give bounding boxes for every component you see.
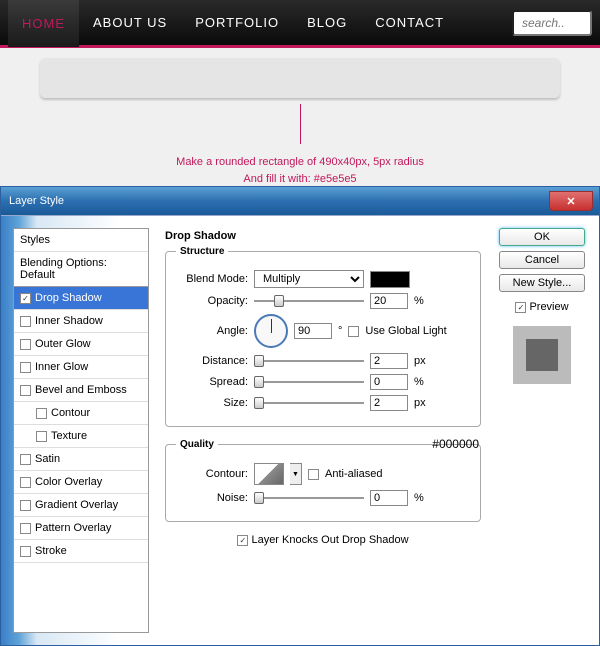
- blending-options[interactable]: Blending Options: Default: [14, 252, 148, 287]
- distance-input[interactable]: [370, 353, 408, 369]
- effect-texture[interactable]: Texture: [14, 425, 148, 448]
- cancel-button[interactable]: Cancel: [499, 251, 585, 269]
- effect-satin[interactable]: Satin: [14, 448, 148, 471]
- effect-inner-shadow[interactable]: Inner Shadow: [14, 310, 148, 333]
- contour-label: Contour:: [176, 468, 248, 480]
- quality-group: Quality Contour: ▼ Anti-aliased Noise: %: [165, 439, 481, 522]
- checkbox-icon[interactable]: [20, 546, 31, 557]
- search-input[interactable]: [512, 10, 592, 36]
- annotation-line: [300, 104, 301, 144]
- styles-header[interactable]: Styles: [14, 229, 148, 252]
- blend-mode-label: Blend Mode:: [176, 273, 248, 285]
- content-area: Make a rounded rectangle of 490x40px, 5p…: [0, 48, 600, 197]
- preview-label: Preview: [529, 301, 568, 313]
- checkbox-icon[interactable]: [20, 454, 31, 465]
- example-rectangle: [40, 58, 560, 98]
- chevron-down-icon[interactable]: ▼: [290, 463, 302, 485]
- effect-color-overlay[interactable]: Color Overlay: [14, 471, 148, 494]
- annotation-text: Make a rounded rectangle of 490x40px, 5p…: [40, 154, 560, 187]
- anti-aliased-checkbox[interactable]: [308, 469, 319, 480]
- effect-gradient-overlay[interactable]: Gradient Overlay: [14, 494, 148, 517]
- dialog-title: Layer Style: [9, 195, 64, 207]
- checkbox-icon[interactable]: [20, 477, 31, 488]
- effect-drop-shadow[interactable]: ✓Drop Shadow: [14, 287, 148, 310]
- angle-label: Angle:: [176, 325, 248, 337]
- new-style-button[interactable]: New Style...: [499, 274, 585, 292]
- checkbox-icon[interactable]: [36, 431, 47, 442]
- nav-blog[interactable]: BLOG: [293, 0, 361, 46]
- preview-box: [513, 326, 571, 384]
- effect-bevel-emboss[interactable]: Bevel and Emboss: [14, 379, 148, 402]
- dialog-body: Styles Blending Options: Default ✓Drop S…: [1, 215, 599, 645]
- close-button[interactable]: ✕: [549, 191, 593, 211]
- size-input[interactable]: [370, 395, 408, 411]
- styles-list: Styles Blending Options: Default ✓Drop S…: [13, 228, 149, 633]
- size-slider[interactable]: [254, 396, 364, 410]
- angle-dial[interactable]: [254, 314, 288, 348]
- checkbox-icon[interactable]: [20, 500, 31, 511]
- global-light-label: Use Global Light: [365, 325, 446, 337]
- annotation-line1: Make a rounded rectangle of 490x40px, 5p…: [40, 154, 560, 171]
- nav-contact[interactable]: CONTACT: [361, 0, 458, 46]
- checkbox-icon[interactable]: [36, 408, 47, 419]
- noise-input[interactable]: [370, 490, 408, 506]
- opacity-label: Opacity:: [176, 295, 248, 307]
- preview-swatch: [526, 339, 558, 371]
- checkbox-icon[interactable]: [20, 362, 31, 373]
- spread-input[interactable]: [370, 374, 408, 390]
- effect-pattern-overlay[interactable]: Pattern Overlay: [14, 517, 148, 540]
- layer-style-dialog: Layer Style ✕ Styles Blending Options: D…: [0, 186, 600, 646]
- nav-about[interactable]: ABOUT US: [79, 0, 181, 46]
- effect-outer-glow[interactable]: Outer Glow: [14, 333, 148, 356]
- checkbox-icon[interactable]: [20, 385, 31, 396]
- checkbox-icon[interactable]: [20, 523, 31, 534]
- size-label: Size:: [176, 397, 248, 409]
- checkbox-icon[interactable]: [20, 316, 31, 327]
- panel-title: Drop Shadow: [165, 230, 481, 242]
- checkbox-icon[interactable]: [20, 339, 31, 350]
- nav-home[interactable]: HOME: [8, 0, 79, 47]
- contour-picker[interactable]: [254, 463, 284, 485]
- annotation-line2: And fill it with: #e5e5e5: [40, 171, 560, 188]
- quality-legend: Quality: [176, 439, 218, 450]
- structure-group: Structure #000000 Blend Mode: Multiply O…: [165, 246, 481, 427]
- settings-panel: Drop Shadow Structure #000000 Blend Mode…: [161, 228, 485, 633]
- effect-contour[interactable]: Contour: [14, 402, 148, 425]
- opacity-input[interactable]: [370, 293, 408, 309]
- hex-label: #000000: [432, 437, 479, 451]
- angle-input[interactable]: [294, 323, 332, 339]
- knockout-label: Layer Knocks Out Drop Shadow: [251, 534, 408, 546]
- dialog-buttons: OK Cancel New Style... ✓ Preview: [497, 228, 587, 633]
- effect-stroke[interactable]: Stroke: [14, 540, 148, 563]
- global-light-checkbox[interactable]: [348, 326, 359, 337]
- checkbox-icon[interactable]: ✓: [20, 293, 31, 304]
- structure-legend: Structure: [176, 246, 228, 257]
- top-nav: HOME ABOUT US PORTFOLIO BLOG CONTACT: [0, 0, 600, 48]
- opacity-slider[interactable]: [254, 294, 364, 308]
- blend-mode-select[interactable]: Multiply: [254, 270, 364, 288]
- close-icon: ✕: [566, 195, 575, 208]
- effect-inner-glow[interactable]: Inner Glow: [14, 356, 148, 379]
- knockout-row: ✓ Layer Knocks Out Drop Shadow: [165, 534, 481, 546]
- preview-checkbox[interactable]: ✓: [515, 302, 526, 313]
- dialog-titlebar[interactable]: Layer Style ✕: [1, 187, 599, 215]
- color-swatch[interactable]: [370, 271, 410, 288]
- knockout-checkbox[interactable]: ✓: [237, 535, 248, 546]
- ok-button[interactable]: OK: [499, 228, 585, 246]
- distance-slider[interactable]: [254, 354, 364, 368]
- anti-aliased-label: Anti-aliased: [325, 468, 382, 480]
- distance-label: Distance:: [176, 355, 248, 367]
- noise-slider[interactable]: [254, 491, 364, 505]
- nav-portfolio[interactable]: PORTFOLIO: [181, 0, 293, 46]
- spread-label: Spread:: [176, 376, 248, 388]
- spread-slider[interactable]: [254, 375, 364, 389]
- noise-label: Noise:: [176, 492, 248, 504]
